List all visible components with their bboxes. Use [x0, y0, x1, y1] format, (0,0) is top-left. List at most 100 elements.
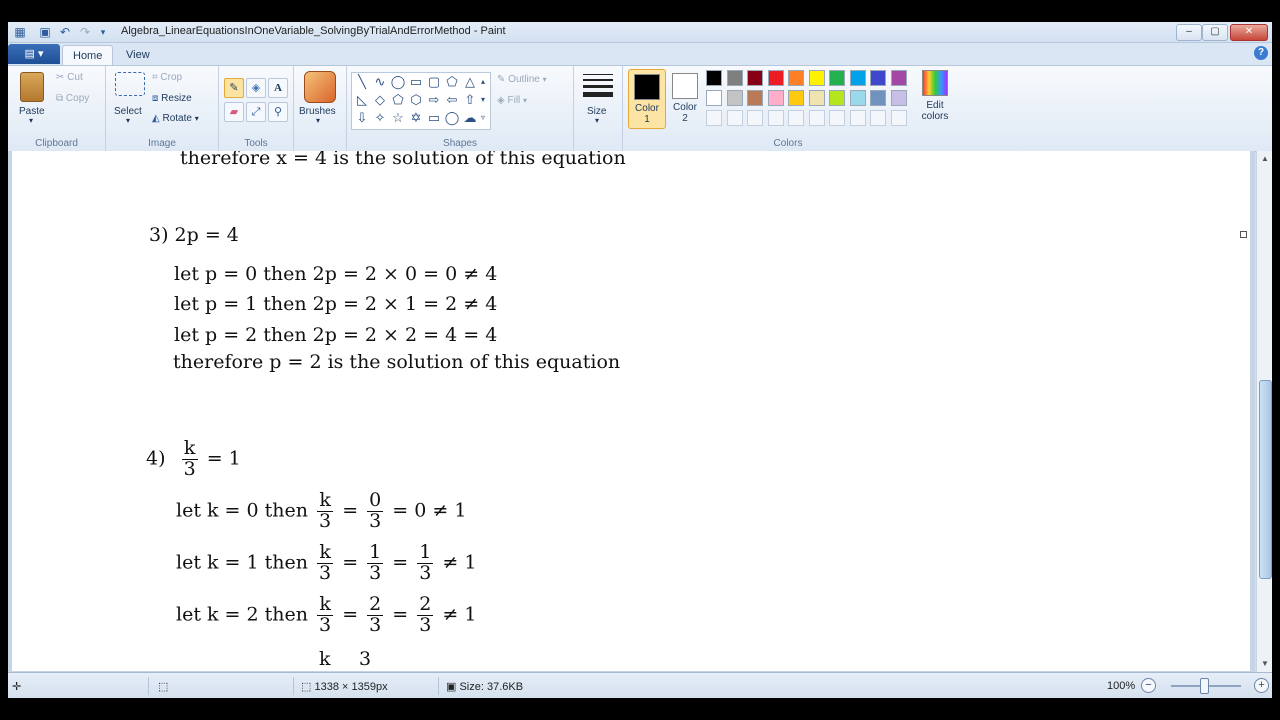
- equals-sign: =: [342, 551, 359, 574]
- curve-shape-icon[interactable]: ∿: [372, 74, 388, 90]
- down-arrow-shape-icon[interactable]: ⇩: [354, 110, 370, 126]
- palette-swatch[interactable]: [706, 70, 722, 86]
- edit-colors-button[interactable]: Edit colors: [919, 70, 951, 128]
- custom-color-slot[interactable]: [829, 110, 845, 126]
- equals-sign: =: [392, 603, 409, 626]
- fill-button[interactable]: ◈ Fill ▾: [497, 95, 527, 106]
- palette-swatch[interactable]: [747, 70, 763, 86]
- palette-swatch[interactable]: [767, 90, 784, 106]
- custom-color-slot[interactable]: [890, 110, 907, 126]
- custom-color-slot[interactable]: [849, 110, 866, 126]
- color1-button[interactable]: Color 1: [628, 69, 666, 129]
- canvas-resize-handle[interactable]: [1240, 231, 1247, 238]
- palette-swatch[interactable]: [788, 90, 804, 106]
- q4-row3-frac-k: k3: [317, 594, 334, 636]
- custom-color-slot[interactable]: [767, 110, 784, 126]
- save-icon[interactable]: ▣: [38, 25, 52, 39]
- custom-color-slot[interactable]: [808, 110, 825, 126]
- six-point-star-shape-icon[interactable]: ✡: [408, 110, 424, 126]
- scrollbar-thumb[interactable]: [1259, 380, 1272, 579]
- scroll-up-icon[interactable]: ▲: [1259, 153, 1271, 165]
- paste-button[interactable]: Paste ▾: [14, 70, 54, 126]
- crop-button[interactable]: ⌗ Crop: [152, 72, 182, 83]
- rectangle-shape-icon[interactable]: ▭: [408, 74, 424, 90]
- outline-button[interactable]: ✎ Outline ▾: [497, 74, 547, 85]
- custom-color-slot[interactable]: [870, 110, 886, 126]
- select-button[interactable]: Select ▾: [112, 70, 148, 126]
- palette-swatch[interactable]: [706, 90, 722, 106]
- custom-color-slot[interactable]: [747, 110, 763, 126]
- shapes-scroll-down-icon[interactable]: ▾: [478, 92, 488, 108]
- undo-icon[interactable]: ↶: [58, 25, 72, 39]
- tab-home[interactable]: Home: [62, 45, 114, 66]
- pentagon-shape-icon[interactable]: ⬠: [390, 92, 406, 108]
- five-point-star-shape-icon[interactable]: ☆: [390, 110, 406, 126]
- eraser-icon[interactable]: ▰: [224, 102, 244, 122]
- right-arrow-shape-icon[interactable]: ⇨: [426, 92, 442, 108]
- magnifier-icon[interactable]: ⚲: [268, 102, 288, 122]
- palette-swatch[interactable]: [747, 90, 763, 106]
- palette-swatch[interactable]: [849, 70, 866, 86]
- four-point-star-shape-icon[interactable]: ✧: [372, 110, 388, 126]
- left-arrow-shape-icon[interactable]: ⇦: [444, 92, 460, 108]
- zoom-out-button[interactable]: −: [1141, 678, 1156, 693]
- palette-swatch[interactable]: [808, 70, 825, 86]
- fill-bucket-icon[interactable]: ◈: [246, 78, 266, 98]
- ribbon-tab-row: ▤ ▾ Home View ?: [8, 43, 1272, 66]
- palette-swatch[interactable]: [829, 70, 845, 86]
- scroll-down-icon[interactable]: ▼: [1259, 658, 1271, 670]
- copy-button[interactable]: ⧉ Copy: [56, 93, 89, 104]
- pencil-icon[interactable]: ✎: [224, 78, 244, 98]
- color2-button[interactable]: Color 2: [667, 69, 703, 127]
- rotate-button[interactable]: ◭ Rotate ▾: [152, 113, 199, 124]
- diamond-shape-icon[interactable]: ◇: [372, 92, 388, 108]
- palette-swatch[interactable]: [890, 70, 907, 86]
- hexagon-shape-icon[interactable]: ⬡: [408, 92, 424, 108]
- palette-swatch[interactable]: [767, 70, 784, 86]
- cut-button[interactable]: ✂ Cut: [56, 72, 83, 83]
- close-button[interactable]: ✕: [1230, 24, 1268, 41]
- line-shape-icon[interactable]: ╲: [354, 74, 370, 90]
- up-arrow-shape-icon[interactable]: ⇧: [462, 92, 478, 108]
- paint-app-icon[interactable]: ▦: [13, 25, 27, 39]
- palette-swatch[interactable]: [726, 70, 743, 86]
- oval-shape-icon[interactable]: ◯: [390, 74, 406, 90]
- minimize-button[interactable]: –: [1176, 24, 1202, 41]
- color-picker-icon[interactable]: ⤢: [246, 102, 266, 122]
- zoom-in-button[interactable]: +: [1254, 678, 1269, 693]
- palette-swatch[interactable]: [870, 70, 886, 86]
- custom-color-slot[interactable]: [726, 110, 743, 126]
- tab-view[interactable]: View: [116, 45, 160, 65]
- text-tool-icon[interactable]: A: [268, 78, 288, 98]
- palette-swatch[interactable]: [890, 90, 907, 106]
- cloud-callout-shape-icon[interactable]: ☁: [462, 110, 478, 126]
- shapes-scroll-up-icon[interactable]: ▴: [478, 74, 488, 90]
- custom-color-slot[interactable]: [706, 110, 722, 126]
- rotate-icon: ◭: [152, 113, 160, 124]
- rounded-rectangle-shape-icon[interactable]: ▢: [426, 74, 442, 90]
- maximize-button[interactable]: ▢: [1202, 24, 1228, 41]
- palette-swatch[interactable]: [829, 90, 845, 106]
- rounded-callout-shape-icon[interactable]: ▭: [426, 110, 442, 126]
- palette-swatch[interactable]: [870, 90, 886, 106]
- resize-button[interactable]: ⧈ Resize: [152, 93, 192, 104]
- custom-color-slot[interactable]: [788, 110, 804, 126]
- triangle-shape-icon[interactable]: △: [462, 74, 478, 90]
- palette-swatch[interactable]: [726, 90, 743, 106]
- polygon-shape-icon[interactable]: ⬠: [444, 74, 460, 90]
- help-icon[interactable]: ?: [1254, 46, 1268, 60]
- canvas[interactable]: therefore x = 4 is the solution of this …: [12, 151, 1250, 671]
- customize-qat-icon[interactable]: ▾: [96, 25, 110, 39]
- palette-swatch[interactable]: [788, 70, 804, 86]
- size-group[interactable]: Size ▾: [574, 66, 623, 151]
- paint-menu-button[interactable]: ▤ ▾: [8, 44, 60, 64]
- right-triangle-shape-icon[interactable]: ◺: [354, 92, 370, 108]
- palette-swatch[interactable]: [849, 90, 866, 106]
- vertical-scrollbar[interactable]: ▲ ▼: [1256, 151, 1272, 672]
- oval-callout-shape-icon[interactable]: ◯: [444, 110, 460, 126]
- shapes-more-icon[interactable]: ▿: [478, 110, 488, 126]
- palette-swatch[interactable]: [808, 90, 825, 106]
- brushes-group[interactable]: Brushes ▾: [294, 66, 347, 151]
- zoom-slider-thumb[interactable]: [1200, 678, 1209, 694]
- redo-icon[interactable]: ↷: [78, 25, 92, 39]
